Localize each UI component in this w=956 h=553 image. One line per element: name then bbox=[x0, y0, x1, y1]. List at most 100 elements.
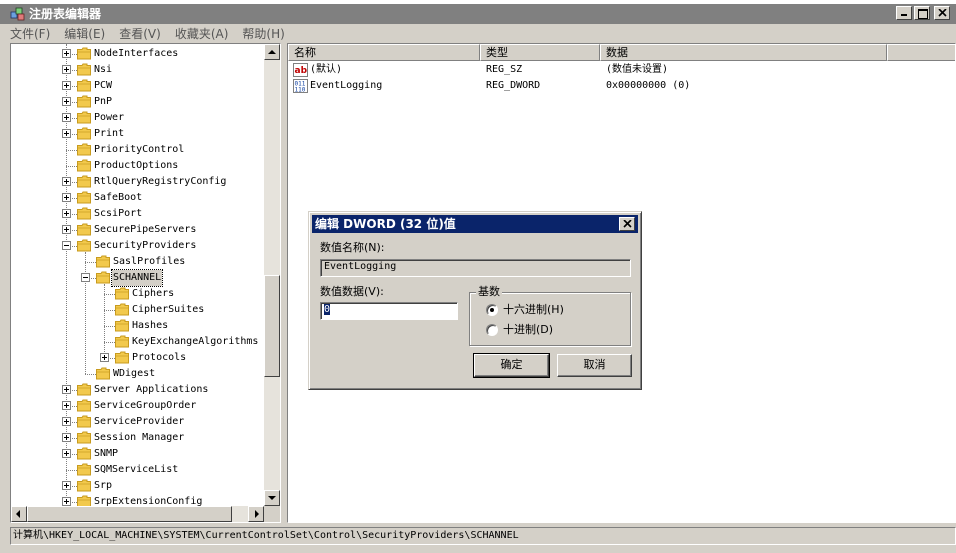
registry-tree[interactable]: NodeInterfaces Nsi PCW PnP Power Print Priorit… bbox=[10, 43, 281, 523]
value-data-text: 0 bbox=[324, 304, 331, 315]
menu-edit[interactable]: 编辑(E) bbox=[64, 25, 105, 42]
tree-vertical-scrollbar[interactable] bbox=[264, 44, 280, 506]
tree-item[interactable]: KeyExchangeAlgorithms bbox=[11, 334, 264, 350]
tree-item[interactable]: RtlQueryRegistryConfig bbox=[11, 174, 264, 190]
radio-hexadecimal[interactable]: 十六进制(H) bbox=[486, 303, 606, 317]
tree-item[interactable]: SQMServiceList bbox=[11, 462, 264, 478]
tree-item-label: ProductOptions bbox=[94, 160, 179, 171]
svg-text:110: 110 bbox=[295, 87, 306, 94]
collapse-icon[interactable] bbox=[62, 241, 71, 250]
expand-icon[interactable] bbox=[62, 97, 71, 106]
tree-item-label: CipherSuites bbox=[132, 304, 205, 315]
tree-item-label: PriorityControl bbox=[94, 144, 185, 155]
tree-item[interactable]: SecurePipeServers bbox=[11, 222, 264, 238]
tree-item[interactable]: CipherSuites bbox=[11, 302, 264, 318]
maximize-button[interactable] bbox=[914, 6, 930, 20]
tree-item[interactable]: SecurityProviders bbox=[11, 238, 264, 254]
folder-icon bbox=[115, 351, 129, 364]
expand-icon[interactable] bbox=[62, 401, 71, 410]
tree-item[interactable]: Srp bbox=[11, 478, 264, 494]
column-header-name[interactable]: 名称 bbox=[288, 44, 480, 61]
expand-icon[interactable] bbox=[100, 353, 109, 362]
collapse-icon[interactable] bbox=[81, 273, 90, 282]
expand-icon[interactable] bbox=[62, 177, 71, 186]
tree-horizontal-scroll-thumb[interactable] bbox=[27, 506, 232, 522]
tree-item[interactable]: ServiceGroupOrder bbox=[11, 398, 264, 414]
column-header-data[interactable]: 数据 bbox=[600, 44, 887, 61]
expand-icon[interactable] bbox=[62, 209, 71, 218]
tree-item[interactable]: SNMP bbox=[11, 446, 264, 462]
tree-item[interactable]: ScsiPort bbox=[11, 206, 264, 222]
expand-icon[interactable] bbox=[62, 193, 71, 202]
tree-item-label: RtlQueryRegistryConfig bbox=[94, 176, 227, 187]
tree-item[interactable]: Server Applications bbox=[11, 382, 264, 398]
expand-icon[interactable] bbox=[62, 65, 71, 74]
menu-file[interactable]: 文件(F) bbox=[10, 25, 50, 42]
expand-icon[interactable] bbox=[62, 49, 71, 58]
list-row[interactable]: ab (默认) REG_SZ (数值未设置) bbox=[288, 62, 955, 78]
folder-icon bbox=[77, 447, 91, 460]
tree-item-label: KeyExchangeAlgorithms bbox=[132, 336, 259, 347]
expand-icon[interactable] bbox=[62, 417, 71, 426]
tree-item[interactable]: Print bbox=[11, 126, 264, 142]
radio-decimal[interactable]: 十进制(D) bbox=[486, 323, 606, 337]
base-groupbox: 基数 十六进制(H) 十进制(D) bbox=[469, 285, 631, 346]
tree-item[interactable]: SafeBoot bbox=[11, 190, 264, 206]
tree-item[interactable]: PriorityControl bbox=[11, 142, 264, 158]
tree-horizontal-scrollbar[interactable] bbox=[11, 506, 264, 522]
tree-item[interactable]: SaslProfiles bbox=[11, 254, 264, 270]
scroll-up-button[interactable] bbox=[264, 44, 280, 60]
tree-item-label: Ciphers bbox=[132, 288, 175, 299]
scroll-left-button[interactable] bbox=[11, 506, 27, 522]
scroll-right-button[interactable] bbox=[248, 506, 264, 522]
menu-view[interactable]: 查看(V) bbox=[119, 25, 161, 42]
tree-item-label: SCHANNEL bbox=[110, 269, 164, 287]
cancel-button[interactable]: 取消 bbox=[557, 354, 632, 377]
tree-item[interactable]: Ciphers bbox=[11, 286, 264, 302]
dialog-close-button[interactable] bbox=[619, 217, 635, 231]
folder-icon bbox=[77, 111, 91, 124]
scroll-down-button[interactable] bbox=[264, 490, 280, 506]
value-name-text: EventLogging bbox=[324, 261, 397, 272]
expand-icon[interactable] bbox=[62, 433, 71, 442]
tree-item[interactable]: NodeInterfaces bbox=[11, 46, 264, 62]
list-row[interactable]: 011 110 EventLogging REG_DWORD 0x0000000… bbox=[288, 78, 955, 94]
close-button[interactable] bbox=[934, 6, 950, 20]
tree-item[interactable]: ServiceProvider bbox=[11, 414, 264, 430]
value-data-input[interactable]: 0 bbox=[320, 302, 458, 320]
expand-icon[interactable] bbox=[62, 449, 71, 458]
expand-icon[interactable] bbox=[62, 113, 71, 122]
tree-item[interactable]: SCHANNEL bbox=[11, 269, 264, 287]
folder-icon bbox=[77, 223, 91, 236]
expand-icon[interactable] bbox=[62, 385, 71, 394]
column-header-type[interactable]: 类型 bbox=[480, 44, 600, 61]
binary-value-icon: 011 110 bbox=[293, 79, 308, 93]
ok-button[interactable]: 确定 bbox=[473, 353, 550, 378]
menu-help[interactable]: 帮助(H) bbox=[242, 25, 284, 42]
tree-item[interactable]: WDigest bbox=[11, 366, 264, 382]
expand-icon[interactable] bbox=[62, 81, 71, 90]
tree-item[interactable]: PCW bbox=[11, 78, 264, 94]
tree-item[interactable]: Power bbox=[11, 110, 264, 126]
folder-icon bbox=[77, 143, 91, 156]
expand-icon[interactable] bbox=[62, 129, 71, 138]
tree-vertical-scroll-thumb[interactable] bbox=[264, 275, 280, 377]
menu-favorites[interactable]: 收藏夹(A) bbox=[175, 25, 229, 42]
tree-item[interactable]: Protocols bbox=[11, 350, 264, 366]
tree-item[interactable]: Hashes bbox=[11, 318, 264, 334]
tree-item[interactable]: Nsi bbox=[11, 62, 264, 78]
expand-icon[interactable] bbox=[62, 225, 71, 234]
window-title: 注册表编辑器 bbox=[29, 7, 102, 21]
expand-icon[interactable] bbox=[62, 481, 71, 490]
tree-item[interactable]: ProductOptions bbox=[11, 158, 264, 174]
radio-dot-hex bbox=[486, 304, 498, 316]
tree-item-label: Srp bbox=[94, 480, 113, 491]
expand-icon[interactable] bbox=[62, 497, 71, 506]
folder-icon bbox=[96, 367, 110, 380]
tree-item-label: Protocols bbox=[132, 352, 187, 363]
folder-icon bbox=[115, 303, 129, 316]
tree-item[interactable]: PnP bbox=[11, 94, 264, 110]
tree-item[interactable]: Session Manager bbox=[11, 430, 264, 446]
minimize-button[interactable] bbox=[896, 6, 912, 20]
tree-item[interactable]: SrpExtensionConfig bbox=[11, 494, 264, 506]
